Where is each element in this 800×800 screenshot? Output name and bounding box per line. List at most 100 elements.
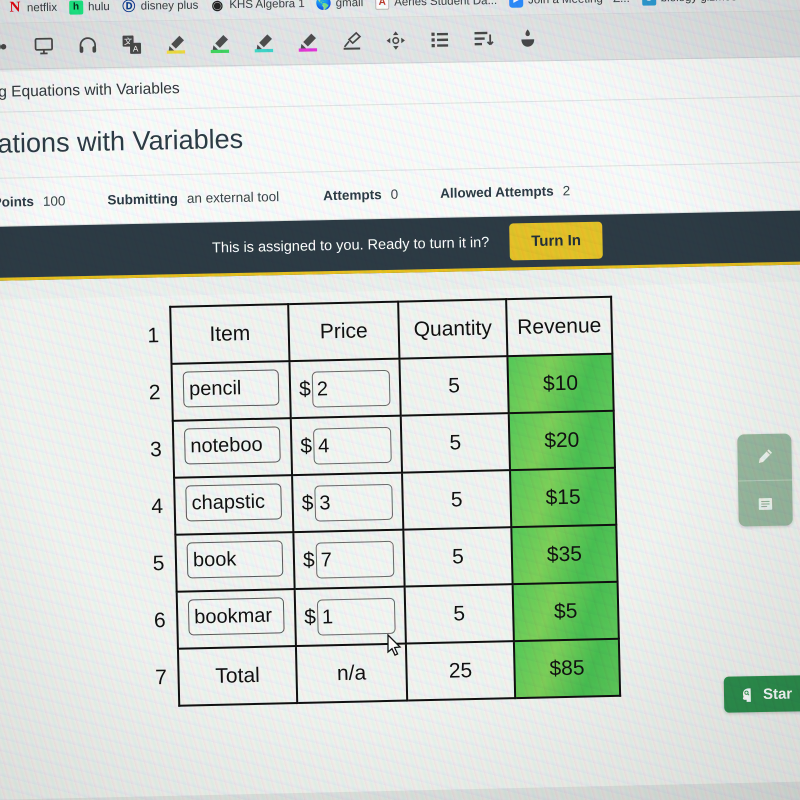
- bookmark-label: disney plus: [140, 0, 199, 13]
- bookmark-khs-algebra[interactable]: ◉ KHS Algebra 1: [210, 0, 305, 12]
- read-aloud-icon[interactable]: [0, 35, 11, 57]
- bookmark-label: hulu: [87, 0, 110, 13]
- table-total-row: 7 Total n/a 25 $85: [144, 638, 621, 707]
- bookmark-disney-plus[interactable]: Ⓓ disney plus: [122, 0, 199, 14]
- currency-symbol: $: [304, 605, 317, 629]
- spreadsheet-container: 1 Item Price Quantity Revenue 2 pencil $…: [136, 296, 621, 708]
- quantity-cell: 5: [399, 356, 509, 416]
- row-number: 3: [149, 437, 163, 461]
- price-cell[interactable]: $ 2: [289, 358, 401, 419]
- bookmark-zoom[interactable]: ► Join a Meeting - Z...: [508, 0, 630, 8]
- gmail-icon: 🌎: [315, 0, 332, 11]
- meta-attempts: Attempts 0: [323, 187, 398, 204]
- price-input[interactable]: 1: [316, 597, 396, 636]
- floating-tool-panel[interactable]: [737, 433, 793, 527]
- start-button[interactable]: Star: [723, 675, 800, 713]
- item-cell[interactable]: pencil: [171, 361, 291, 421]
- column-header-revenue: Revenue: [506, 296, 613, 357]
- currency-symbol: $: [298, 377, 312, 401]
- currency-symbol: $: [302, 548, 315, 572]
- turn-in-button[interactable]: Turn In: [508, 221, 604, 261]
- bookmark-label: KHS Algebra 1: [229, 0, 305, 11]
- bookmark-netflix[interactable]: N netflix: [8, 0, 57, 16]
- highlighter-green-icon[interactable]: [209, 32, 231, 54]
- revenue-cell: $5: [512, 581, 619, 642]
- bookmark-label: gmail: [335, 0, 364, 10]
- canvas-assignment-page: iting Equations with Variables quations …: [0, 55, 800, 281]
- meta-label: Points: [0, 194, 35, 210]
- quantity-cell: 5: [403, 527, 513, 587]
- translate-icon[interactable]: 文 A: [121, 33, 143, 55]
- external-tool-area: 1 Item Price Quantity Revenue 2 pencil $…: [0, 280, 800, 800]
- row-number: 6: [153, 608, 166, 632]
- meta-submitting: Submitting an external tool: [107, 189, 279, 207]
- price-cell[interactable]: $ 3: [292, 472, 404, 533]
- gizmos-icon: G: [641, 0, 656, 6]
- item-input[interactable]: chapstic: [185, 482, 283, 522]
- total-revenue-cell: $85: [513, 638, 621, 699]
- meta-value: an external tool: [186, 189, 280, 206]
- meta-points: Points 100: [0, 193, 66, 209]
- vocabulary-list-icon[interactable]: [429, 28, 451, 50]
- currency-symbol: $: [301, 491, 314, 515]
- row-number: 7: [154, 665, 168, 689]
- bookmark-label: biology gizmos: [661, 0, 737, 4]
- bookmark-biology-gizmos[interactable]: G biology gizmos: [641, 0, 737, 6]
- headphones-icon[interactable]: [77, 34, 99, 56]
- turn-in-message: This is assigned to you. Ready to turn i…: [211, 234, 490, 256]
- summary-list-icon[interactable]: [473, 28, 495, 50]
- price-cell[interactable]: $ 4: [290, 415, 403, 476]
- zoom-icon: ►: [508, 0, 524, 8]
- meta-allowed-attempts: Allowed Attempts 2: [440, 183, 570, 201]
- price-input[interactable]: 4: [312, 426, 392, 465]
- price-input[interactable]: 7: [315, 540, 395, 579]
- item-input[interactable]: book: [186, 539, 284, 579]
- document-tool-icon: [758, 497, 773, 510]
- start-button-label: Star: [762, 685, 793, 703]
- khs-algebra-icon: ◉: [211, 0, 224, 13]
- item-cell[interactable]: book: [175, 532, 295, 592]
- revenue-cell: $35: [511, 524, 618, 585]
- highlighter-blue-icon[interactable]: [253, 31, 275, 53]
- item-input[interactable]: bookmar: [187, 596, 285, 635]
- collect-highlights-icon[interactable]: [385, 29, 407, 51]
- total-price-cell: n/a: [295, 643, 408, 704]
- document-tool-button[interactable]: [738, 479, 793, 527]
- total-label-cell: Total: [177, 646, 298, 706]
- price-input[interactable]: 2: [311, 369, 391, 408]
- netflix-icon: N: [9, 0, 21, 16]
- row-number: 4: [151, 494, 164, 518]
- revenue-cell: $10: [507, 353, 614, 414]
- screen-photo: s N netflix h hulu Ⓓ disney plus ◉ KHS A…: [0, 0, 800, 800]
- bookmark-gmail[interactable]: 🌎 gmail: [315, 0, 364, 11]
- meta-label: Allowed Attempts: [440, 183, 554, 201]
- bookmark-hulu[interactable]: h hulu: [68, 0, 110, 15]
- voice-note-icon[interactable]: [517, 27, 539, 49]
- disney-plus-icon: Ⓓ: [122, 0, 136, 14]
- meta-label: Submitting: [107, 191, 179, 208]
- item-cell[interactable]: bookmar: [176, 589, 296, 649]
- price-cell[interactable]: $ 7: [293, 529, 405, 590]
- item-cell[interactable]: chapstic: [174, 475, 294, 535]
- price-cell[interactable]: $ 1: [294, 586, 406, 647]
- erase-highlights-icon[interactable]: [341, 30, 363, 52]
- bookmark-label: Aeries Student Da...: [394, 0, 498, 9]
- highlighter-pink-icon[interactable]: [297, 30, 319, 52]
- item-input[interactable]: noteboo: [183, 425, 281, 465]
- quantity-cell: 5: [404, 584, 514, 644]
- hulu-icon: h: [68, 0, 84, 15]
- screen-mask-icon[interactable]: [33, 34, 55, 56]
- column-header-item: Item: [170, 304, 290, 364]
- highlighter-yellow-icon[interactable]: [165, 32, 187, 54]
- pen-tool-button[interactable]: [737, 434, 792, 481]
- meta-label: Attempts: [323, 187, 382, 204]
- item-input[interactable]: pencil: [182, 368, 280, 408]
- price-input[interactable]: 3: [313, 483, 393, 522]
- total-quantity-cell: 25: [405, 641, 516, 701]
- column-header-price: Price: [288, 301, 400, 362]
- pen-tool-icon: [758, 449, 773, 463]
- meta-value: 0: [390, 186, 399, 202]
- item-cell[interactable]: noteboo: [172, 418, 293, 478]
- row-number: 1: [147, 323, 160, 347]
- bookmark-aeries[interactable]: A Aeries Student Da...: [375, 0, 498, 10]
